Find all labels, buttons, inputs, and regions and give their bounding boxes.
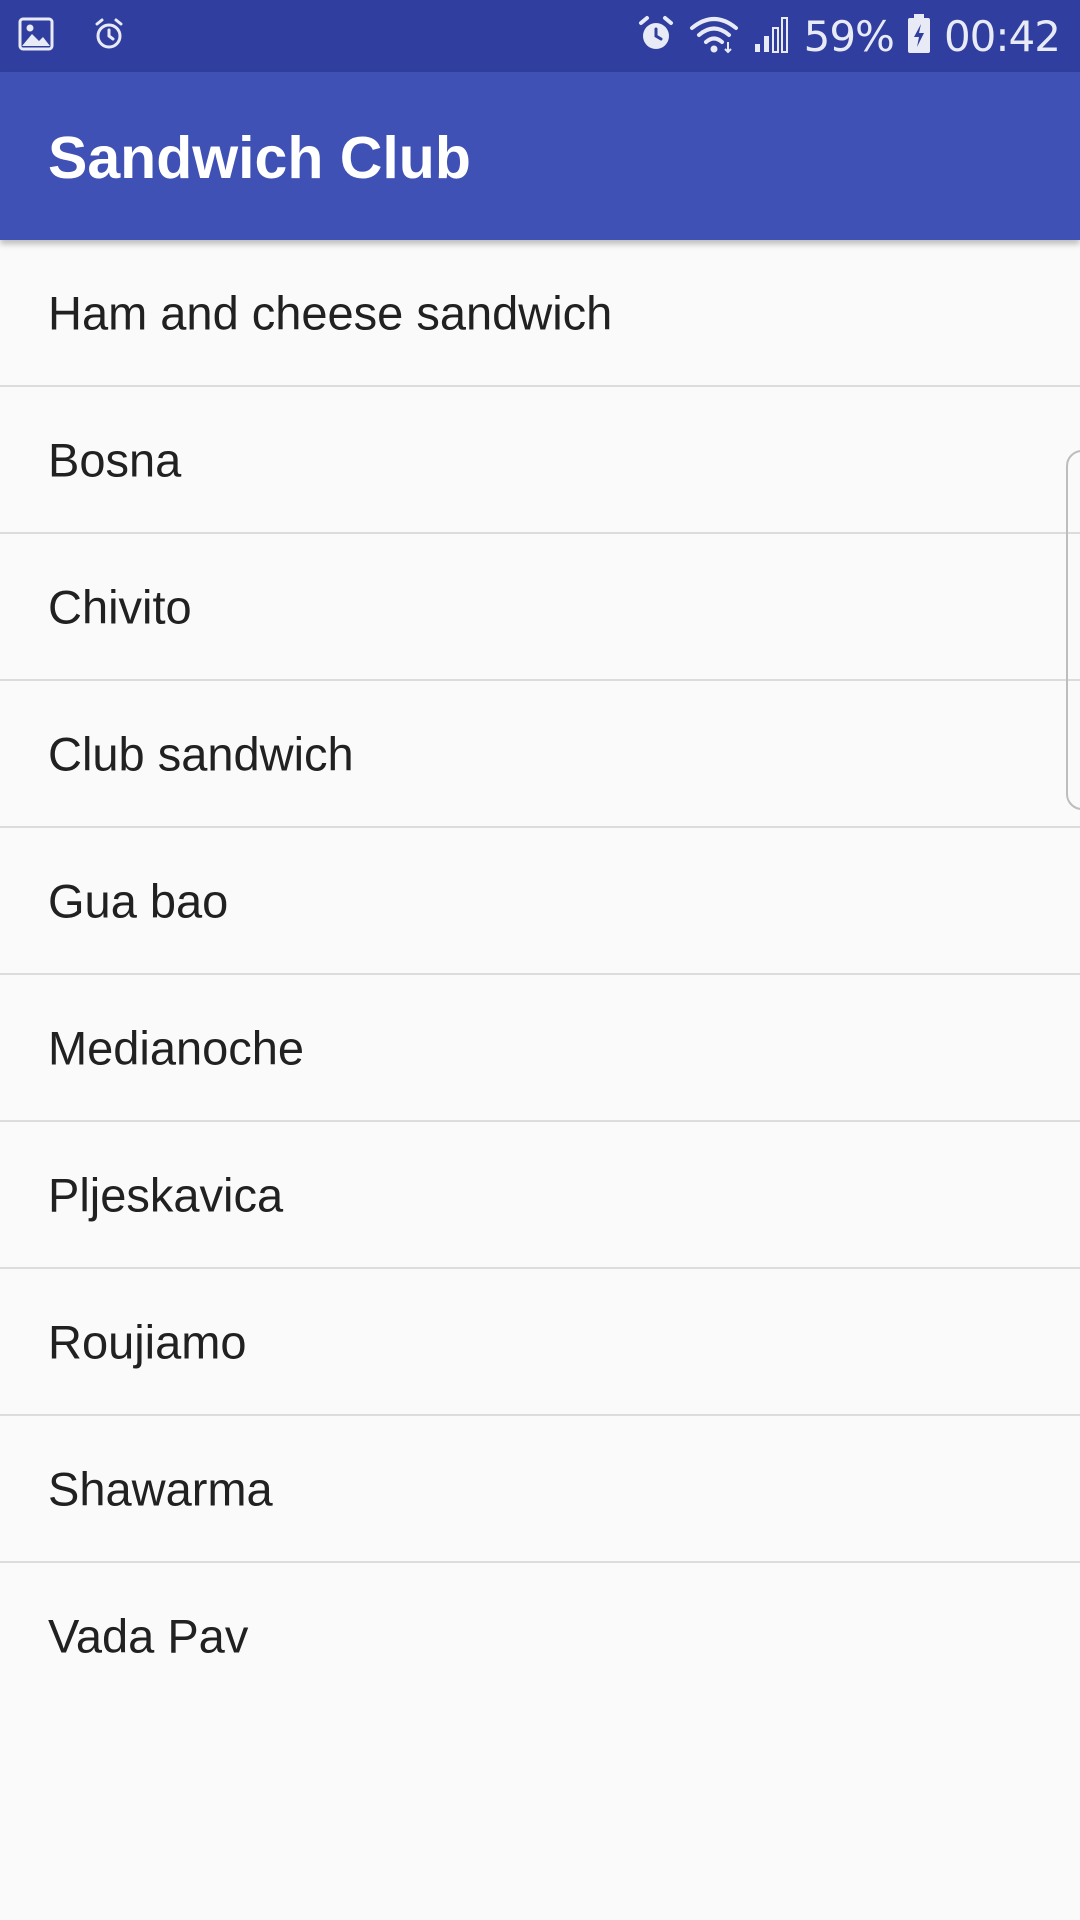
battery-charging-icon [906, 13, 932, 60]
list-item[interactable]: Ham and cheese sandwich [0, 240, 1080, 387]
list-item[interactable]: Roujiamo [0, 1269, 1080, 1416]
status-left-icons [18, 16, 126, 57]
list-item[interactable]: Club sandwich [0, 681, 1080, 828]
status-bar: 59% 00:42 [0, 0, 1080, 72]
list-item[interactable]: Medianoche [0, 975, 1080, 1122]
sandwich-name: Shawarma [48, 1462, 273, 1515]
alarm-icon [636, 14, 676, 59]
battery-percent: 59% [803, 11, 895, 61]
alarm-outline-icon [92, 17, 126, 56]
sandwich-name: Gua bao [48, 874, 229, 927]
list-item[interactable]: Shawarma [0, 1416, 1080, 1563]
list-item[interactable]: Chivito [0, 534, 1080, 681]
app-bar: Sandwich Club [0, 72, 1080, 240]
app-title: Sandwich Club [48, 125, 471, 191]
clock: 00:42 [943, 11, 1061, 61]
scroll-handle[interactable] [1066, 450, 1080, 810]
wifi-icon [688, 14, 740, 59]
sandwich-name: Bosna [48, 433, 182, 486]
sandwich-name: Club sandwich [48, 727, 354, 780]
list-item[interactable]: Pljeskavica [0, 1122, 1080, 1269]
list-item[interactable]: Gua bao [0, 828, 1080, 975]
sandwich-name: Roujiamo [48, 1315, 247, 1368]
list-item[interactable]: Bosna [0, 387, 1080, 534]
sandwich-name: Chivito [48, 580, 192, 633]
gallery-icon [18, 16, 54, 57]
list-item[interactable]: Vada Pav [0, 1563, 1080, 1708]
sandwich-name: Vada Pav [48, 1609, 249, 1662]
status-right-icons: 59% 00:42 [636, 10, 1061, 62]
signal-icon [752, 14, 792, 59]
sandwich-name: Medianoche [48, 1021, 305, 1074]
sandwich-name: Pljeskavica [48, 1168, 284, 1221]
sandwich-list: Ham and cheese sandwich Bosna Chivito Club … [0, 240, 1080, 1708]
sandwich-name: Ham and cheese sandwich [48, 286, 613, 339]
